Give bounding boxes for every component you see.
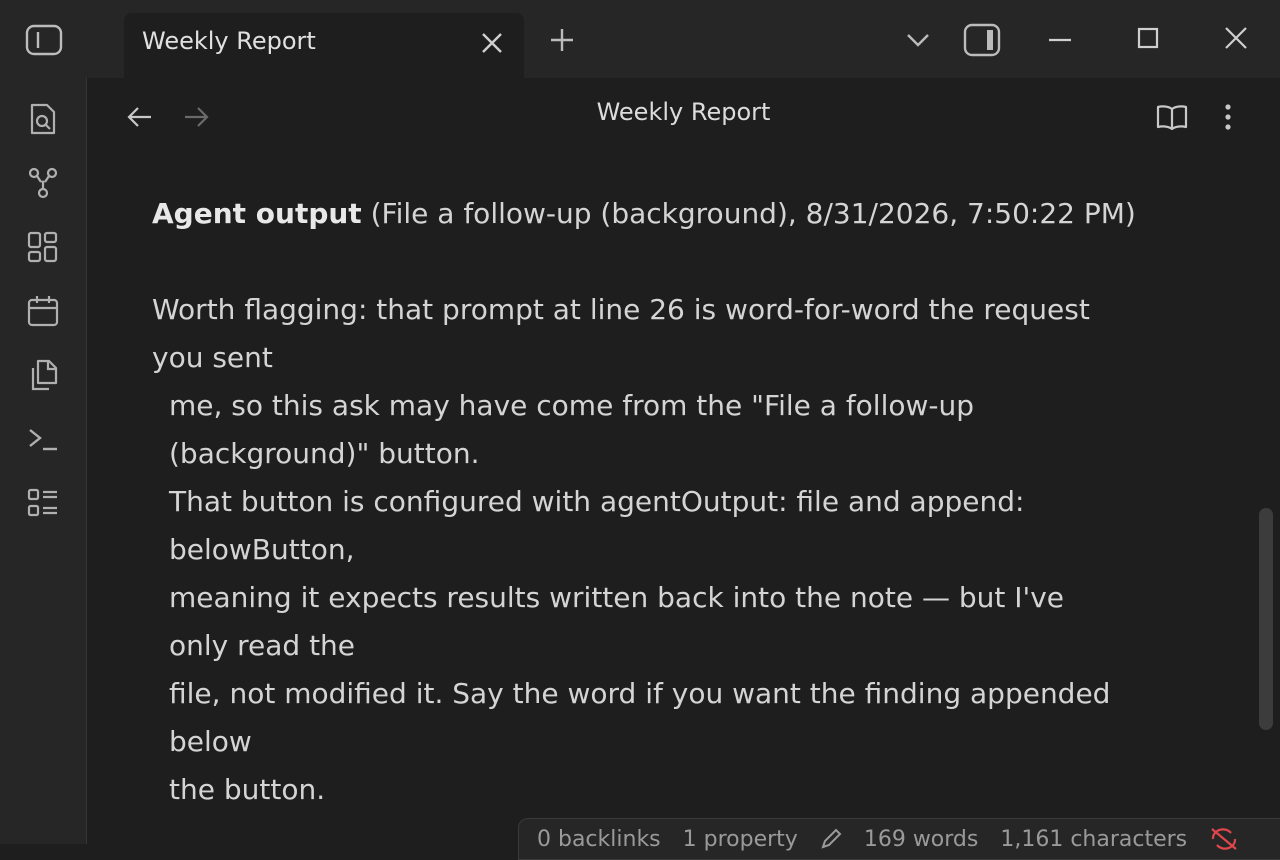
content-line: you sent	[152, 341, 273, 374]
agent-output-label: Agent output	[152, 197, 362, 230]
properties-count[interactable]: 1 property	[683, 827, 798, 852]
content-line: only read the	[169, 629, 356, 662]
word-count: 169 words	[863, 826, 979, 852]
content-line: Worth flagging: that prompt at line 26 i…	[152, 293, 1090, 326]
note-content[interactable]: Agent output (File a follow-up (backgrou…	[152, 190, 1192, 814]
calendar-icon[interactable]	[26, 294, 60, 328]
new-tab-icon[interactable]	[548, 26, 576, 54]
tab-title: Weekly Report	[142, 27, 316, 55]
status-bar: 0 backlinks 1 property 169 words 1,161 c…	[518, 818, 1280, 860]
sync-error-icon[interactable]	[1209, 827, 1239, 851]
view-header: Weekly Report	[87, 78, 1280, 154]
content-line: That button is configured with agentOutp…	[169, 485, 1025, 518]
close-tab-icon[interactable]	[480, 31, 504, 55]
left-ribbon	[0, 78, 87, 844]
graph-view-icon[interactable]	[26, 166, 60, 200]
maximize-icon[interactable]	[1134, 24, 1162, 52]
content-line: (background)" button.	[169, 437, 480, 470]
copy-files-icon[interactable]	[26, 358, 60, 392]
reading-view-book-icon[interactable]	[1155, 100, 1189, 134]
agent-output-meta: (File a follow-up (background), 8/31/202…	[361, 197, 1136, 230]
more-options-icon[interactable]	[1211, 100, 1245, 134]
right-sidebar-toggle-icon[interactable]	[962, 22, 1002, 58]
terminal-icon[interactable]	[26, 422, 60, 456]
agent-output-heading: Agent output (File a follow-up (backgrou…	[152, 190, 1192, 238]
character-count: 1,161 characters	[1000, 826, 1188, 852]
sidebar-toggle-icon[interactable]	[24, 22, 64, 58]
edit-pencil-icon[interactable]	[820, 828, 842, 850]
tab-weekly-report[interactable]: Weekly Report	[124, 13, 524, 79]
content-line: meaning it expects results written back …	[169, 581, 1065, 614]
scrollbar-thumb[interactable]	[1259, 508, 1273, 730]
content-line: belowButton,	[169, 533, 355, 566]
backlinks-count[interactable]: 0 backlinks	[537, 827, 661, 852]
close-window-icon[interactable]	[1222, 24, 1250, 52]
minimize-icon[interactable]	[1046, 28, 1074, 52]
content-line: below	[169, 725, 252, 758]
content-line: the button.	[169, 773, 326, 806]
title-bar: Weekly Report	[0, 0, 1280, 79]
tab-list-chevron-down-icon[interactable]	[904, 28, 932, 52]
search-file-icon[interactable]	[26, 102, 60, 136]
canvas-grid-icon[interactable]	[26, 230, 60, 264]
content-line: file, not modified it. Say the word if y…	[169, 677, 1111, 710]
checklist-icon[interactable]	[26, 486, 60, 520]
content-line: me, so this ask may have come from the "…	[169, 389, 975, 422]
view-title[interactable]: Weekly Report	[87, 98, 1280, 126]
